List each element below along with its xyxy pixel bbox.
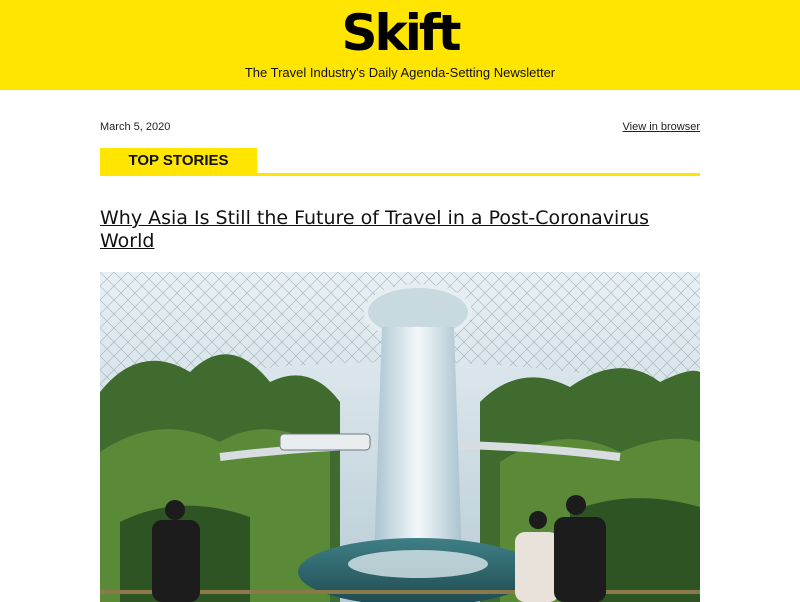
skift-logo[interactable]: Skift [0,3,800,63]
view-in-browser-link[interactable]: View in browser [623,121,700,133]
newsletter-tagline: The Travel Industry's Daily Agenda-Setti… [244,65,556,80]
section-header: TOP STORIES [100,148,700,176]
story-hero-image[interactable] [100,272,700,602]
story-headline-link[interactable]: Why Asia Is Still the Future of Travel i… [100,207,700,253]
atrium-waterfall-illustration [100,272,700,602]
issue-date: March 5, 2020 [100,121,171,133]
meta-row: March 5, 2020 View in browser [100,121,700,135]
newsletter-header: Skift The Travel Industry's Daily Agenda… [0,0,800,90]
section-label: TOP STORIES [100,148,257,174]
